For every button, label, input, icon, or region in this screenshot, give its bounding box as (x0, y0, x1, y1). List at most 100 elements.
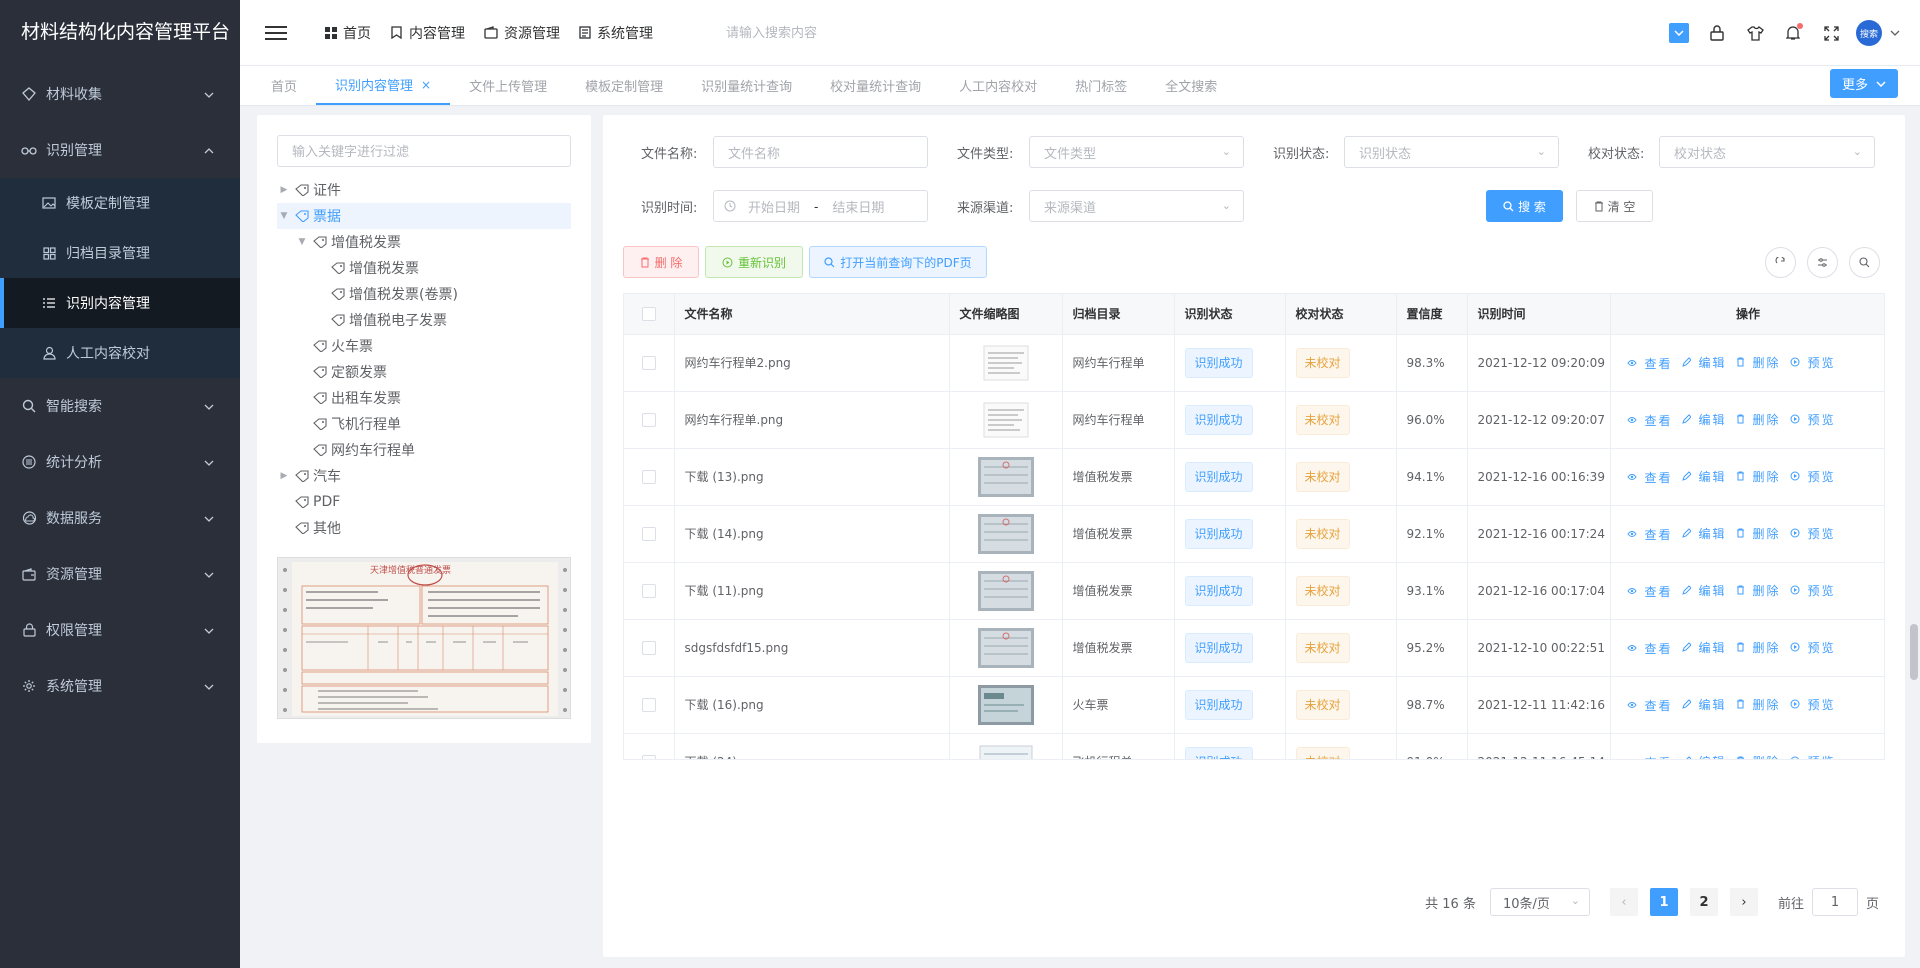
preview-button[interactable]: 预览 (1790, 525, 1836, 542)
tab-2[interactable]: 识别内容管理 × (316, 66, 451, 105)
delete-button[interactable]: 删除 (1736, 411, 1781, 428)
invoice-thumbnail[interactable] (950, 627, 1062, 668)
tree-node[interactable]: ▶ 证件 (277, 177, 571, 203)
preview-button[interactable]: 预览 (1790, 582, 1836, 599)
column-header[interactable]: 文件缩略图 (949, 294, 1063, 335)
receipt-thumbnail[interactable] (950, 400, 1062, 440)
row-checkbox[interactable] (641, 640, 656, 655)
edit-button[interactable]: 编辑 (1681, 639, 1727, 656)
column-header[interactable]: 校对状态 (1285, 294, 1397, 335)
edit-button[interactable]: 编辑 (1681, 696, 1727, 713)
edit-button[interactable]: 编辑 (1682, 753, 1727, 759)
caret-right-icon[interactable]: ▶ (277, 185, 291, 195)
avatar[interactable]: 搜索 (1856, 20, 1882, 46)
source-select[interactable]: 来源渠道 ⌄ (1029, 190, 1244, 222)
table-row[interactable]: 网约车行程单.png 网约车行程单 识别成功 未校对 96.0% 2021-12-12 0… (624, 391, 1884, 449)
tree-node[interactable]: 增值税发票(卷票) (277, 281, 571, 307)
page-button[interactable]: 1 (1649, 888, 1678, 916)
column-header[interactable]: 识别状态 (1174, 294, 1286, 335)
clear-button[interactable]: 清 空 (1576, 190, 1653, 222)
column-header[interactable]: 置信度 (1396, 294, 1468, 335)
recog-status-select[interactable]: 识别状态 ⌄ (1344, 136, 1559, 168)
check-status-select[interactable]: 校对状态 ⌄ (1659, 136, 1875, 168)
search-button[interactable]: 搜 索 (1486, 190, 1563, 222)
receipt-thumbnail[interactable] (950, 343, 1062, 383)
toggle-search-button[interactable] (1849, 247, 1880, 278)
column-header[interactable]: 归档目录 (1062, 294, 1175, 335)
tab-4[interactable]: 模板定制管理 (566, 66, 682, 105)
column-header[interactable]: 文件名称 (674, 294, 950, 335)
table-row[interactable]: 下载 (11).png 增值税发票 识别成功 未校对 93.1% 2021-12-16 0… (624, 562, 1884, 620)
sidebar-item-10[interactable]: 资源管理 (0, 546, 240, 602)
caret-down-icon[interactable]: ▼ (277, 211, 291, 221)
delete-button[interactable]: 删除 (1736, 582, 1781, 599)
view-button[interactable]: 查看 (1627, 754, 1673, 760)
preview-button[interactable]: 预览 (1790, 696, 1836, 713)
view-button[interactable]: 查看 (1626, 355, 1673, 372)
tree-filter-input[interactable] (277, 135, 571, 167)
table-row[interactable]: 网约车行程单2.png 网约车行程单 识别成功 未校对 98.3% 2021-12-12 … (624, 334, 1884, 392)
topnav-home[interactable]: 首页 (325, 23, 371, 43)
topnav-system[interactable]: 系统管理 (579, 23, 653, 43)
delete-button[interactable]: 删除 (1736, 468, 1781, 485)
more-button[interactable]: 更多 (1829, 69, 1898, 98)
preview-button[interactable]: 预览 (1790, 411, 1836, 428)
row-checkbox[interactable] (641, 355, 656, 370)
sidebar-item-5[interactable]: 识别内容管理 (0, 278, 240, 328)
view-button[interactable]: 查看 (1626, 583, 1673, 600)
preview-button[interactable]: 预览 (1790, 753, 1836, 759)
view-button[interactable]: 查看 (1626, 469, 1673, 486)
tab-3[interactable]: 文件上传管理 (450, 66, 566, 105)
table-row[interactable]: 下载 (16).png 火车票 识别成功 未校对 98.7% 2021-12-11 11:… (624, 676, 1884, 734)
row-checkbox[interactable] (641, 754, 656, 759)
flight-itinerary-thumbnail[interactable] (950, 742, 1062, 759)
chevron-down-icon[interactable] (1890, 30, 1900, 36)
global-search-input[interactable] (726, 25, 926, 40)
close-icon[interactable]: × (421, 78, 431, 92)
row-checkbox[interactable] (641, 526, 656, 541)
table-row[interactable]: 下载 (13).png 增值税发票 识别成功 未校对 94.1% 2021-12-16 0… (624, 448, 1884, 506)
tree-node[interactable]: PDF (277, 489, 571, 515)
tab-6[interactable]: 校对量统计查询 (811, 66, 940, 105)
tree-node[interactable]: 火车票 (277, 333, 571, 359)
edit-button[interactable]: 编辑 (1681, 411, 1727, 428)
refresh-button[interactable] (1765, 247, 1796, 278)
date-range-picker[interactable]: 开始日期 - 结束日期 (713, 190, 928, 222)
tab-7[interactable]: 人工内容校对 (940, 66, 1056, 105)
tab-8[interactable]: 热门标签 (1056, 66, 1146, 105)
caret-down-icon[interactable]: ▼ (295, 237, 309, 247)
lock-screen-button[interactable] (1698, 14, 1736, 52)
row-checkbox[interactable] (641, 697, 656, 712)
tree-node[interactable]: 网约车行程单 (277, 437, 571, 463)
edit-button[interactable]: 编辑 (1681, 582, 1727, 599)
edit-button[interactable]: 编辑 (1681, 525, 1727, 542)
view-button[interactable]: 查看 (1626, 526, 1673, 543)
skin-button[interactable] (1736, 14, 1774, 52)
notification-button[interactable] (1774, 14, 1812, 52)
page-button[interactable]: 2 (1689, 888, 1718, 916)
tree-node[interactable]: 飞机行程单 (277, 411, 571, 437)
train-ticket-thumbnail[interactable] (950, 684, 1062, 725)
topnav-resource[interactable]: 资源管理 (484, 23, 560, 43)
preview-button[interactable]: 预览 (1790, 639, 1836, 656)
tree-node[interactable]: 增值税电子发票 (277, 307, 571, 333)
view-button[interactable]: 查看 (1626, 640, 1673, 657)
tree-node[interactable]: 增值税发票 (277, 255, 571, 281)
table-row[interactable]: 下载 (14).png 增值税发票 识别成功 未校对 92.1% 2021-12-16 0… (624, 505, 1884, 563)
hamburger-icon[interactable] (265, 22, 287, 44)
delete-button[interactable]: 删除 (1736, 525, 1781, 542)
table-row[interactable]: 下载 (24).png 飞机行程单识别成功 未校对 91.0%2021-12-11 1… (624, 733, 1884, 760)
tree-node[interactable]: ▼ 票据 (277, 203, 571, 229)
sidebar-item-2[interactable]: 识别管理 (0, 122, 240, 178)
preview-button[interactable]: 预览 (1790, 354, 1836, 371)
view-button[interactable]: 查看 (1626, 697, 1673, 714)
delete-button[interactable]: 删除 (1736, 696, 1781, 713)
tree-node[interactable]: ▼ 增值税发票 (277, 229, 571, 255)
goto-page-input[interactable]: 1 (1811, 888, 1858, 916)
tree-node[interactable]: 出租车发票 (277, 385, 571, 411)
edit-button[interactable]: 编辑 (1681, 468, 1727, 485)
delete-button[interactable]: 删除 (1736, 753, 1781, 759)
sidebar-item-1[interactable]: 材料收集 (0, 66, 240, 122)
tab-9[interactable]: 全文搜索 (1146, 66, 1236, 105)
sidebar-item-4[interactable]: 归档目录管理 (0, 228, 240, 278)
